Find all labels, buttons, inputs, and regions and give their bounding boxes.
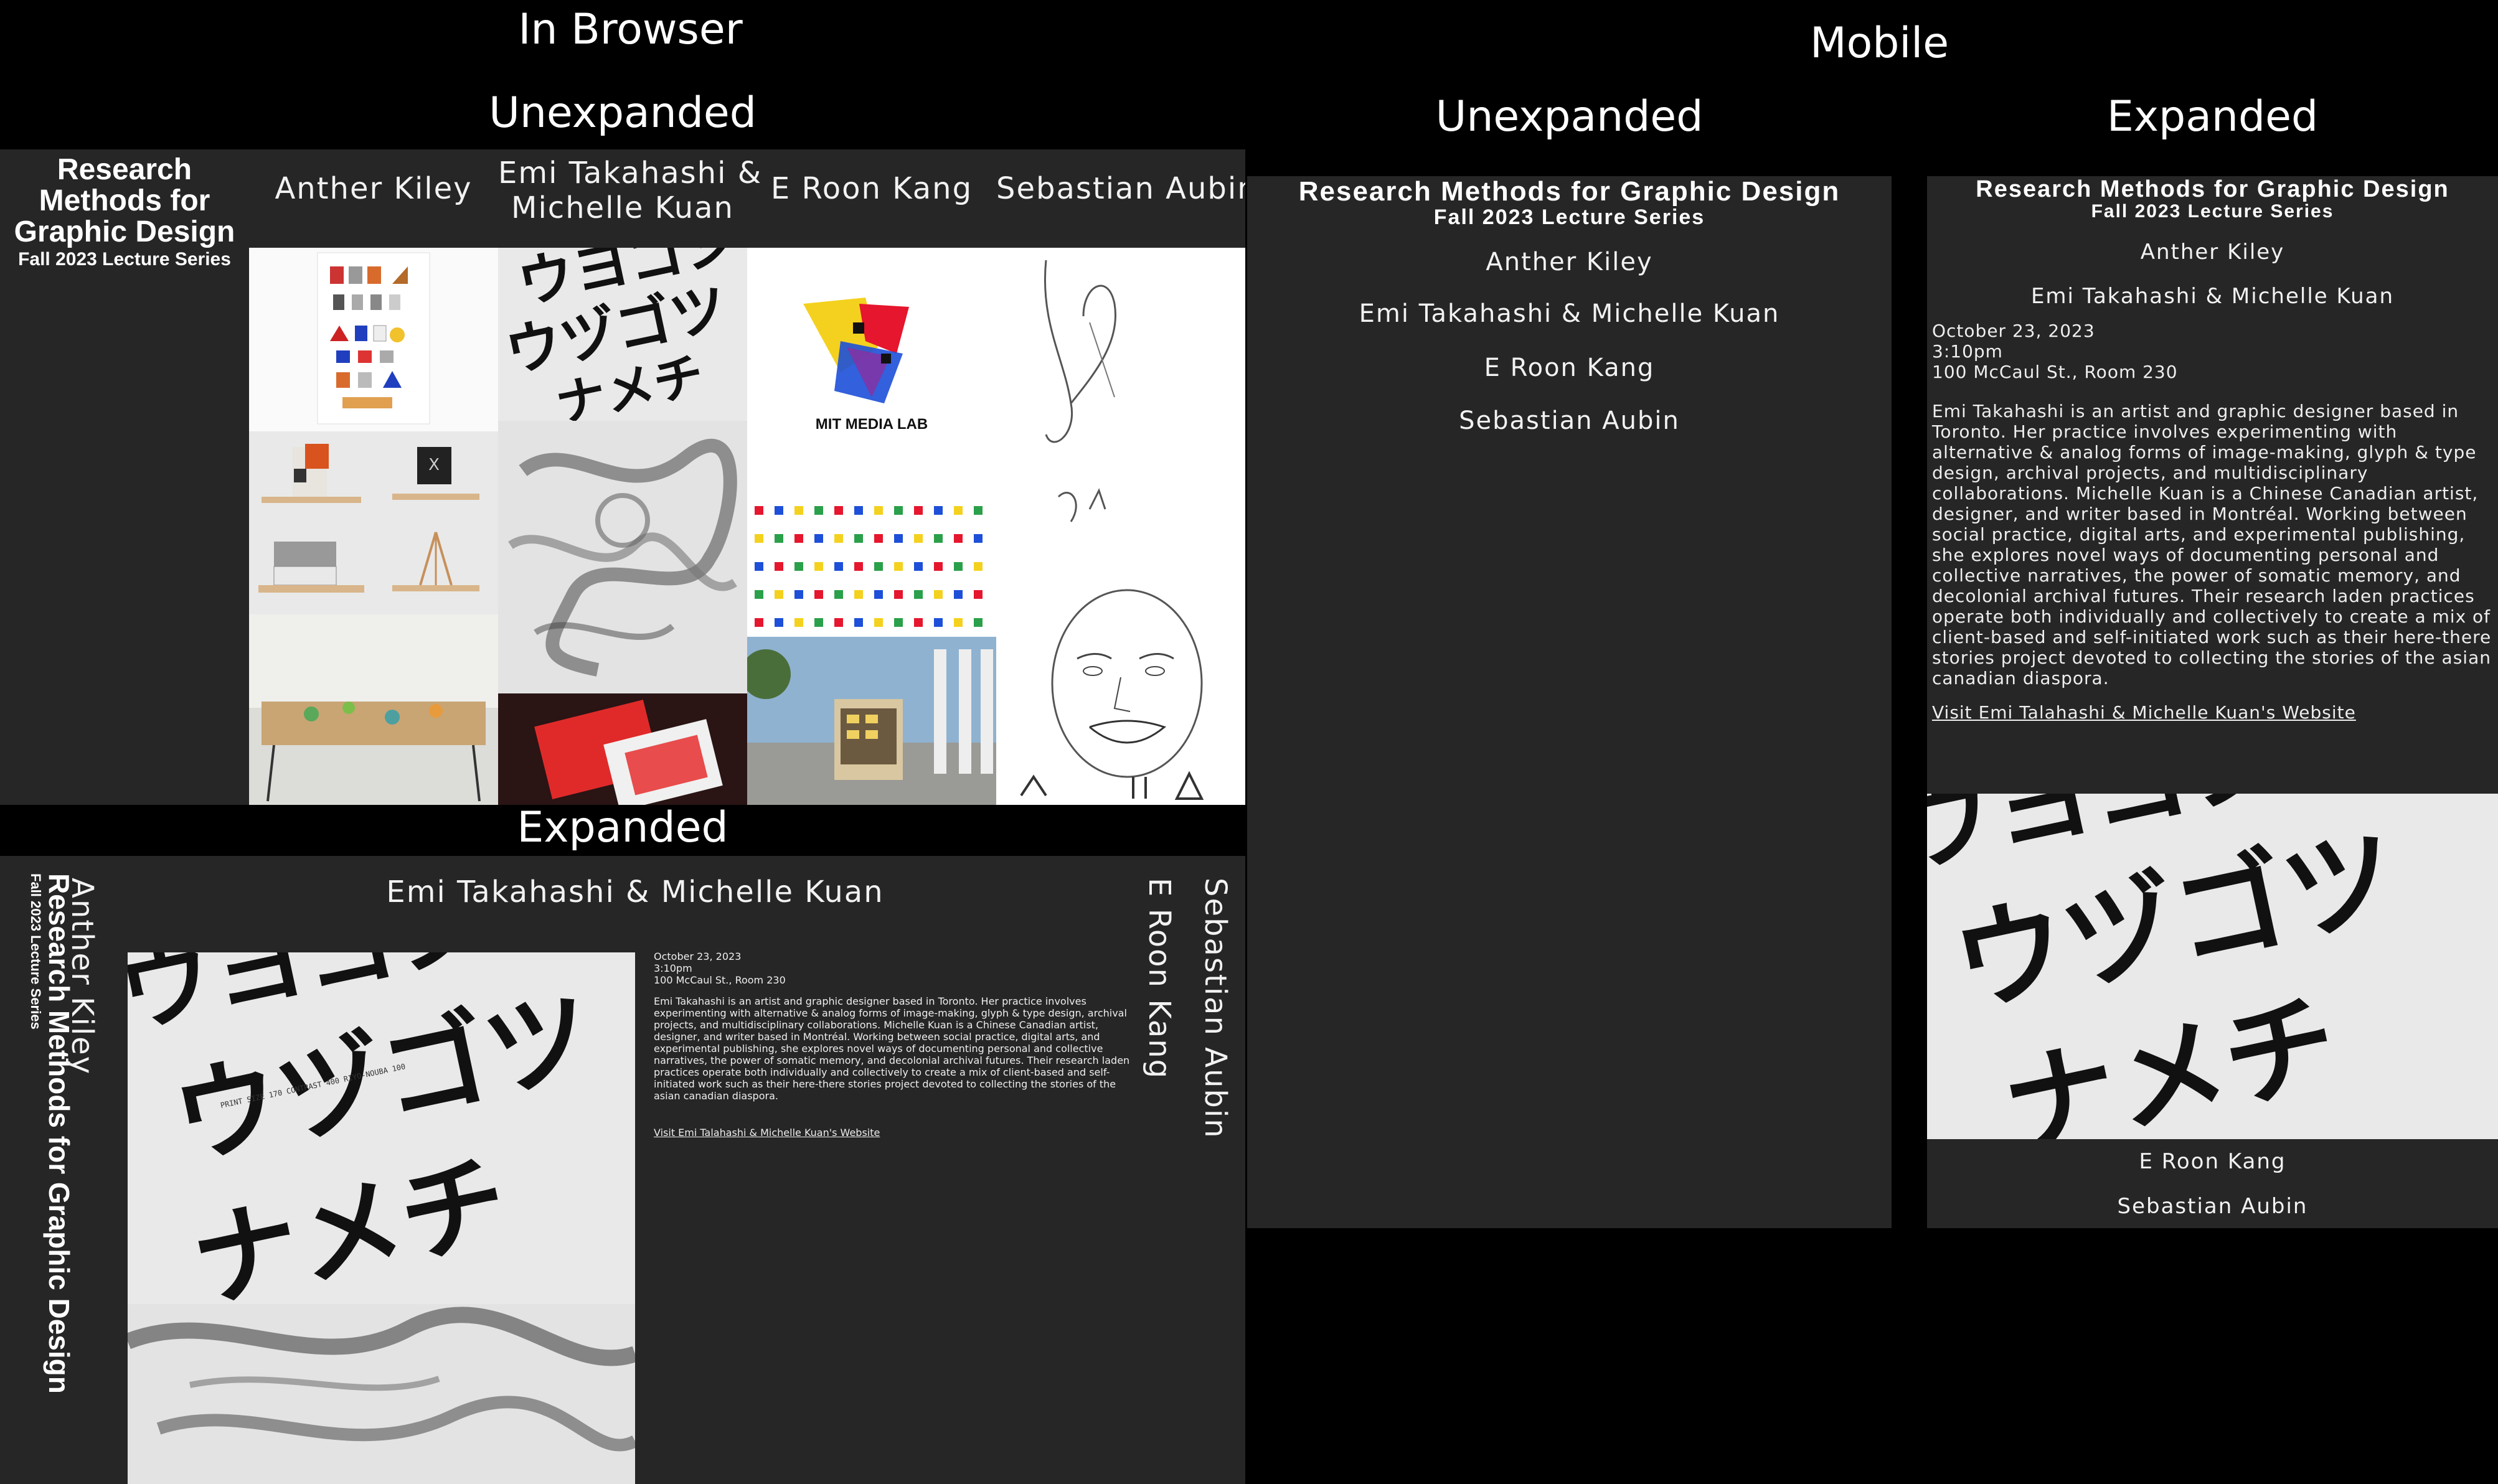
mit-media-lab-logo-text: MIT MEDIA LAB [815, 416, 928, 433]
mobile-unexpanded-label: Unexpanded [1435, 92, 1704, 141]
browser-unexpanded-view: Research Methods for Graphic Design Fall… [0, 149, 1245, 805]
nav-e-roon-kang-vertical[interactable]: E Roon Kang [1142, 878, 1177, 1079]
anther-kiley-sculpture-3-image[interactable] [249, 523, 374, 614]
nav-emi-michelle-active[interactable]: Emi Takahashi & Michelle Kuan [125, 875, 1146, 909]
mobile-event-location: 100 McCaul St., Room 230 [1932, 362, 2178, 382]
mobile-expanded-nav-emi-michelle[interactable]: Emi Takahashi & Michelle Kuan [1927, 284, 2498, 309]
mobile-expanded-nav-anther-kiley[interactable]: Anther Kiley [1927, 240, 2498, 265]
mobile-unexpanded-view: Research Methods for Graphic Design Fall… [1247, 176, 1892, 1228]
anther-kiley-sculpture-2-image[interactable]: X [374, 431, 498, 523]
mobile-label: Mobile [1809, 19, 1949, 68]
mobile-expanded-nav-sebastian-aubin[interactable]: Sebastian Aubin [1927, 1194, 2498, 1219]
anther-kiley-sculpture-4-image[interactable] [374, 523, 498, 614]
svg-text:X: X [428, 456, 440, 474]
mobile-expanded-label: Expanded [2106, 92, 2319, 141]
e-roon-kang-street-kiosk-image[interactable] [747, 637, 996, 805]
event-date: October 23, 2023 [654, 951, 742, 962]
mobile-nav-anther-kiley[interactable]: Anther Kiley [1247, 248, 1892, 276]
sebastian-aubin-hand-sketch-image[interactable] [996, 248, 1245, 571]
nav-e-roon-kang[interactable]: E Roon Kang [747, 171, 996, 206]
mobile-nav-sebastian-aubin[interactable]: Sebastian Aubin [1247, 406, 1892, 435]
expanded-type-poster-image: ウヨゴジ ウヅゴツ ナメチ PRINT SIZE 170 CONTRAST 40… [128, 952, 635, 1304]
mobile-nav-emi-michelle[interactable]: Emi Takahashi & Michelle Kuan [1247, 299, 1892, 328]
in-browser-label: In Browser [518, 5, 743, 54]
mobile-event-time: 3:10pm [1932, 341, 2003, 362]
mobile-type-poster-image: ウヨゴジ ウヅゴツ ナメチ [1927, 794, 2498, 1139]
nav-sebastian-aubin[interactable]: Sebastian Aubin [996, 171, 1245, 206]
emi-michelle-publication-image[interactable] [498, 693, 747, 805]
anther-kiley-poster-image[interactable] [249, 248, 498, 431]
site-subtitle-vertical: Fall 2023 Lecture Series [28, 873, 44, 1030]
mobile-nav-e-roon-kang[interactable]: E Roon Kang [1247, 354, 1892, 382]
mobile-expanded-site-title[interactable]: Research Methods for Graphic Design [1927, 176, 2498, 203]
site-subtitle: Fall 2023 Lecture Series [18, 249, 231, 270]
event-location: 100 McCaul St., Room 230 [654, 974, 786, 986]
speaker-website-link[interactable]: Visit Emi Talahashi & Michelle Kuan's We… [654, 1127, 1133, 1139]
mobile-site-title[interactable]: Research Methods for Graphic Design [1247, 176, 1892, 207]
nav-sebastian-aubin-vertical[interactable]: Sebastian Aubin [1198, 878, 1233, 1139]
mobile-expanded-nav-e-roon-kang[interactable]: E Roon Kang [1927, 1149, 2498, 1174]
expanded-marbling-image [128, 1304, 635, 1484]
event-bio: Emi Takahashi is an artist and graphic d… [654, 995, 1130, 1102]
event-details: October 23, 2023 3:10pm 100 McCaul St., … [654, 951, 1133, 1139]
browser-unexpanded-label: Unexpanded [489, 88, 756, 138]
mit-media-lab-logo-image[interactable]: MIT MEDIA LAB [747, 248, 996, 497]
emi-michelle-type-poster-image[interactable]: ウヨゴジ ウヅゴツ ナメチ [498, 248, 747, 421]
nav-emi-michelle[interactable]: Emi Takahashi & Michelle Kuan [498, 156, 761, 225]
mobile-site-subtitle: Fall 2023 Lecture Series [1433, 205, 1705, 229]
site-title[interactable]: Research Methods for Graphic Design Fall… [0, 154, 249, 271]
nav-anther-kiley-vertical[interactable]: Anther Kiley [65, 878, 100, 1075]
mobile-speaker-website-link[interactable]: Visit Emi Talahashi & Michelle Kuan's We… [1932, 702, 2492, 723]
event-time: 3:10pm [654, 962, 692, 974]
sebastian-aubin-face-sketch-image[interactable] [996, 571, 1245, 805]
anther-kiley-installation-image[interactable] [249, 614, 498, 805]
mobile-expanded-view: Research Methods for Graphic Design Fall… [1927, 176, 2498, 1228]
browser-expanded-label: Expanded [517, 803, 728, 852]
mobile-event-bio: Emi Takahashi is an artist and graphic d… [1932, 401, 2492, 688]
emi-michelle-marbling-image[interactable] [498, 421, 747, 693]
e-roon-kang-icon-grid-image[interactable] [747, 497, 996, 647]
nav-anther-kiley[interactable]: Anther Kiley [249, 171, 498, 206]
mobile-expanded-site-subtitle: Fall 2023 Lecture Series [2091, 201, 2334, 222]
anther-kiley-sculpture-1-image[interactable] [249, 431, 374, 523]
mobile-event-details: October 23, 2023 3:10pm 100 McCaul St., … [1932, 321, 2492, 723]
browser-expanded-view: Research Methods for Graphic Design Fall… [0, 856, 1245, 1484]
mobile-event-date: October 23, 2023 [1932, 321, 2095, 341]
